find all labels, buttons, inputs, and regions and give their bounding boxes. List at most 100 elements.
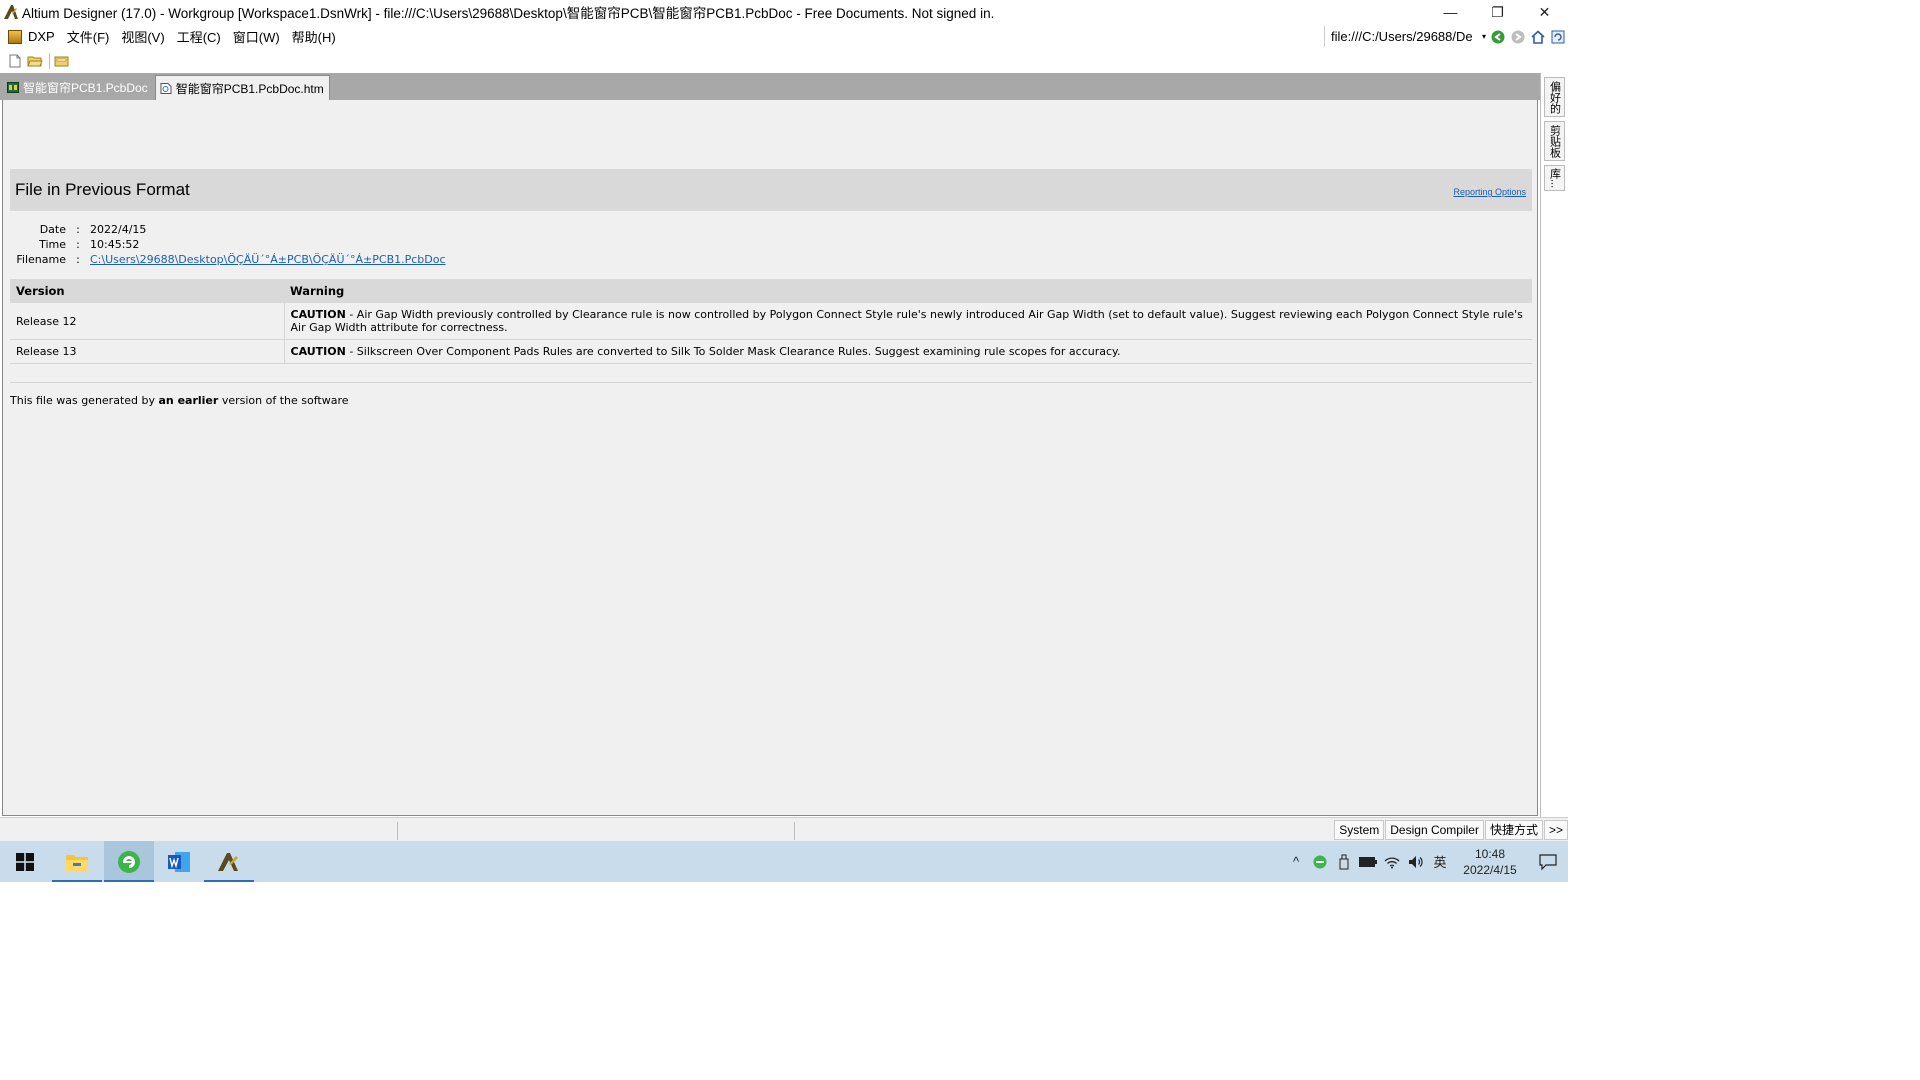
status-separator <box>397 822 398 840</box>
version-cell: Release 13 <box>10 339 285 364</box>
pcb-document-icon <box>7 82 19 93</box>
document-tab-strip: 智能窗帘PCB1.PcbDoc 智能窗帘PCB1.PcbDoc.htm <box>0 73 1540 100</box>
column-header-warning: Warning <box>284 279 1532 303</box>
meta-value-time: 10:45:52 <box>90 238 140 251</box>
system-panel-button[interactable]: System <box>1334 820 1385 840</box>
wifi-icon[interactable] <box>1380 841 1404 882</box>
ime-indicator[interactable]: 英 <box>1428 841 1452 882</box>
table-row: Release 12 CAUTION - Air Gap Width previ… <box>10 303 1532 340</box>
minimize-button[interactable]: — <box>1427 0 1474 24</box>
clock-time: 10:48 <box>1474 846 1506 861</box>
footer-bold: an earlier <box>158 394 219 407</box>
window-title: Altium Designer (17.0) - Workgroup [Work… <box>22 6 995 21</box>
tab-pcbdoc[interactable]: 智能窗帘PCB1.PcbDoc <box>3 75 153 100</box>
active-indicator <box>104 880 154 882</box>
design-compiler-button[interactable]: Design Compiler <box>1385 820 1484 840</box>
notification-icon[interactable] <box>1528 841 1568 882</box>
footer-prefix: This file was generated by <box>10 394 159 407</box>
forward-icon[interactable] <box>1510 29 1526 45</box>
meta-label: Time <box>39 238 66 251</box>
report-header: File in Previous Format Reporting Option… <box>10 169 1532 211</box>
altium-app-icon[interactable] <box>2 3 20 21</box>
report-title: File in Previous Format <box>15 180 190 199</box>
usb-drive-icon[interactable] <box>1332 841 1356 882</box>
side-tab-libraries[interactable]: 库... <box>1544 165 1565 191</box>
footer-note: This file was generated by an earlier ve… <box>10 394 349 407</box>
section-divider <box>10 382 1532 383</box>
window-controls: — ❐ ✕ <box>1427 0 1568 24</box>
warning-text: - Air Gap Width previously controlled by… <box>290 308 1523 334</box>
windows-start-icon[interactable] <box>0 841 50 882</box>
meta-row-filename: Filename : C:\Users\29688\Desktop\ÖÇÄÜ´°… <box>10 252 446 267</box>
reporting-options-link[interactable]: Reporting Options <box>1453 187 1526 197</box>
home-icon[interactable] <box>1530 29 1546 45</box>
chevron-up-icon[interactable]: ^ <box>1284 841 1308 882</box>
close-button[interactable]: ✕ <box>1521 0 1568 24</box>
meta-colon: : <box>76 238 80 251</box>
address-text: file:///C:/Users/29688/De <box>1331 29 1473 44</box>
meta-colon: : <box>76 223 80 236</box>
caution-tag: CAUTION <box>290 308 346 321</box>
menu-help[interactable]: 帮助(H) <box>286 27 342 46</box>
open-folder-icon[interactable] <box>26 52 44 70</box>
menu-dxp[interactable]: DXP <box>22 29 61 44</box>
active-indicator <box>52 880 102 882</box>
open-project-icon[interactable] <box>53 52 71 70</box>
volume-icon[interactable] <box>1404 841 1428 882</box>
warning-cell: CAUTION - Silkscreen Over Component Pads… <box>284 339 1532 364</box>
active-indicator <box>204 880 254 882</box>
meta-label: Filename <box>16 253 66 266</box>
address-area: file:///C:/Users/29688/De ▾ <box>1324 26 1568 47</box>
table-header-row: Version Warning <box>10 279 1532 303</box>
toolbar <box>0 49 1568 73</box>
address-dropdown-icon[interactable]: ▾ <box>1482 26 1486 47</box>
altium-taskbar-icon[interactable] <box>204 841 254 882</box>
warning-cell: CAUTION - Air Gap Width previously contr… <box>284 303 1532 340</box>
address-combobox[interactable]: file:///C:/Users/29688/De ▾ <box>1324 26 1488 47</box>
shortcuts-button[interactable]: 快捷方式 <box>1484 820 1543 840</box>
menu-project[interactable]: 工程(C) <box>171 27 227 46</box>
filename-link[interactable]: C:\Users\29688\Desktop\ÖÇÄÜ´°Á±PCB\ÖÇÄÜ´… <box>90 253 446 266</box>
menu-bar: DXP 文件(F) 视图(V) 工程(C) 窗口(W) 帮助(H) file:/… <box>0 24 1568 49</box>
side-tab-favorites[interactable]: 偏好的 <box>1544 77 1565 117</box>
more-panels-button[interactable]: >> <box>1543 820 1568 840</box>
menu-file[interactable]: 文件(F) <box>61 27 116 46</box>
status-panel-buttons: System Design Compiler 快捷方式 >> <box>1333 820 1568 840</box>
system-tray: ^ 英 10:48 2022/4/15 <box>1284 841 1568 882</box>
file-explorer-icon[interactable] <box>52 841 102 882</box>
menu-window[interactable]: 窗口(W) <box>227 27 286 46</box>
menu-view[interactable]: 视图(V) <box>115 27 170 46</box>
warning-text: - Silkscreen Over Component Pads Rules a… <box>345 345 1121 358</box>
toolbar-separator <box>49 53 50 69</box>
right-side-panel: 偏好的 剪贴板 库... <box>1540 73 1568 817</box>
tab-label: 智能窗帘PCB1.PcbDoc <box>23 81 148 95</box>
warnings-table: Version Warning Release 12 CAUTION - Air… <box>10 279 1532 364</box>
footer-suffix: version of the software <box>218 394 349 407</box>
taskbar: ^ 英 10:48 2022/4/15 <box>0 841 1568 882</box>
browser-tray-icon[interactable] <box>1308 841 1332 882</box>
clock-date: 2022/4/15 <box>1463 862 1517 877</box>
word-icon[interactable] <box>154 841 204 882</box>
meta-row-date: Date : 2022/4/15 <box>10 222 446 237</box>
title-bar: Altium Designer (17.0) - Workgroup [Work… <box>0 0 1568 24</box>
meta-colon: : <box>76 253 80 266</box>
column-header-version: Version <box>10 279 284 303</box>
dxp-icon[interactable] <box>8 29 22 44</box>
tab-pcbdoc-htm[interactable]: 智能窗帘PCB1.PcbDoc.htm <box>154 75 330 100</box>
battery-icon[interactable] <box>1356 841 1380 882</box>
browser-icon[interactable] <box>104 841 154 882</box>
tab-label: 智能窗帘PCB1.PcbDoc.htm <box>175 81 324 96</box>
side-tab-clipboard[interactable]: 剪贴板 <box>1544 121 1565 161</box>
table-row: Release 13 CAUTION - Silkscreen Over Com… <box>10 339 1532 364</box>
meta-label: Date <box>39 223 66 236</box>
clock[interactable]: 10:48 2022/4/15 <box>1452 846 1528 878</box>
new-document-icon[interactable] <box>6 52 24 70</box>
report-metadata: Date : 2022/4/15 Time : 10:45:52 Filenam… <box>10 222 446 267</box>
meta-row-time: Time : 10:45:52 <box>10 237 446 252</box>
restore-button[interactable]: ❐ <box>1474 0 1521 24</box>
version-cell: Release 12 <box>10 303 285 340</box>
status-separator <box>794 822 795 840</box>
back-icon[interactable] <box>1490 29 1506 45</box>
caution-tag: CAUTION <box>290 345 346 358</box>
refresh-icon[interactable] <box>1550 29 1566 45</box>
